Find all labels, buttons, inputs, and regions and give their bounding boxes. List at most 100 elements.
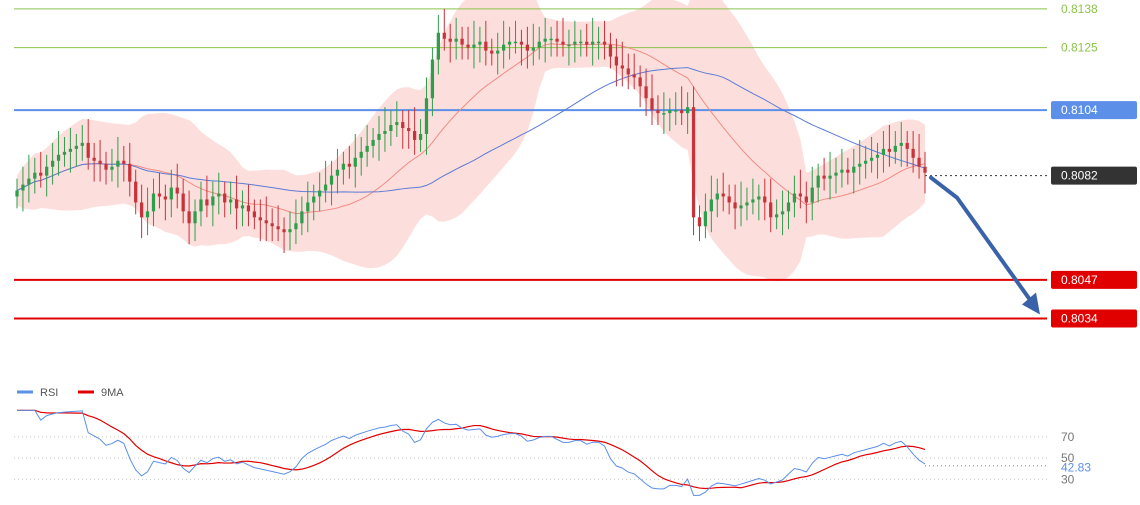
candle-body — [840, 169, 844, 173]
candle-body — [745, 202, 749, 206]
candle-body — [721, 193, 725, 197]
candle-body — [389, 125, 393, 131]
candle-body — [525, 44, 530, 51]
candle-body — [709, 199, 713, 212]
candle-body — [163, 196, 167, 200]
candle-body — [395, 122, 399, 126]
candle-body — [27, 178, 31, 185]
candle-body — [412, 130, 417, 140]
candle-body — [656, 110, 660, 114]
candle-body — [68, 148, 73, 152]
candle-body — [229, 199, 233, 203]
candle-body — [816, 175, 820, 188]
candle-body — [110, 166, 114, 170]
candle-body — [205, 199, 209, 206]
candle-body — [377, 133, 381, 140]
forecast-arrow-head — [1022, 292, 1040, 315]
candle-body — [418, 133, 423, 140]
candle-body — [45, 166, 49, 176]
candle-body — [134, 181, 138, 203]
candle-body — [846, 169, 850, 173]
candle-body — [685, 107, 690, 114]
candle-body — [786, 202, 791, 212]
candle-body — [347, 163, 351, 167]
price-tag-text: 0.8034 — [1061, 312, 1098, 326]
candle-body — [864, 160, 868, 164]
candle-body — [691, 107, 696, 218]
candle-body — [128, 163, 132, 182]
candle-body — [353, 157, 357, 167]
candle-body — [858, 163, 862, 167]
candle-body — [199, 199, 203, 212]
candle-body — [122, 160, 126, 164]
candle-body — [306, 202, 310, 212]
legend-9ma-label: 9MA — [101, 387, 124, 399]
candle-body — [246, 205, 251, 212]
candle-body — [181, 193, 185, 212]
candle-body — [810, 187, 814, 203]
candle-body — [258, 217, 262, 221]
candle-body — [893, 145, 897, 152]
candle-body — [442, 32, 446, 39]
candle-body — [614, 56, 619, 66]
candle-body — [270, 223, 274, 227]
rsi-tick-label: 70 — [1061, 430, 1075, 444]
candle-body — [513, 41, 518, 44]
candle-body — [834, 172, 838, 176]
candle-body — [608, 44, 613, 57]
candle-body — [923, 166, 927, 173]
candle-body — [56, 154, 61, 161]
rsi-last-value: 42.83 — [1061, 461, 1091, 475]
candle-body — [33, 172, 37, 179]
forecast-arrow — [929, 175, 1034, 305]
candle-body — [329, 175, 334, 185]
candle-body — [905, 142, 909, 149]
candle-body — [917, 157, 921, 167]
candle-body — [365, 145, 369, 152]
candle-body — [911, 148, 915, 158]
candle-body — [187, 211, 191, 224]
candle-body — [92, 157, 96, 161]
candle-body — [74, 145, 78, 149]
candle-body — [490, 50, 494, 54]
candle-body — [223, 193, 227, 203]
candle-body — [472, 44, 476, 48]
candle-body — [436, 32, 440, 60]
candle-body — [875, 154, 880, 158]
candle-body — [775, 214, 779, 218]
candle-body — [217, 193, 221, 197]
legend-rsi-label: RSI — [40, 387, 58, 399]
candle-body — [798, 193, 803, 197]
candle-body — [733, 202, 737, 209]
candle-body — [573, 41, 577, 45]
candle-body — [703, 211, 708, 227]
candle-body — [282, 229, 286, 233]
candle-body — [780, 211, 785, 215]
candle-body — [193, 211, 197, 224]
candle-body — [852, 166, 856, 173]
candle-body — [300, 211, 304, 224]
candle-body — [478, 41, 482, 45]
candle-body — [276, 226, 280, 230]
candle-body — [632, 74, 636, 78]
candle-body — [424, 98, 429, 134]
candle-body — [549, 38, 553, 41]
price-tag-text: 0.8082 — [1061, 169, 1098, 183]
candle-body — [804, 196, 808, 203]
price-chart-svg: 0.81380.81250.81040.80820.80470.8034 305… — [14, 0, 1137, 496]
candle-body — [312, 196, 316, 203]
candle-body — [757, 196, 761, 200]
candle-body — [484, 41, 488, 51]
candle-body — [318, 190, 322, 197]
candle-body — [543, 38, 547, 42]
level-label: 0.8138 — [1061, 2, 1098, 16]
candle-body — [869, 157, 874, 161]
candle-body — [401, 122, 405, 129]
candle-body — [288, 229, 292, 233]
candle-body — [157, 193, 162, 197]
candle-body — [430, 59, 435, 99]
candle-body — [460, 38, 464, 45]
candle-body — [739, 205, 743, 209]
candle-body — [567, 44, 571, 47]
candle-body — [828, 175, 832, 179]
